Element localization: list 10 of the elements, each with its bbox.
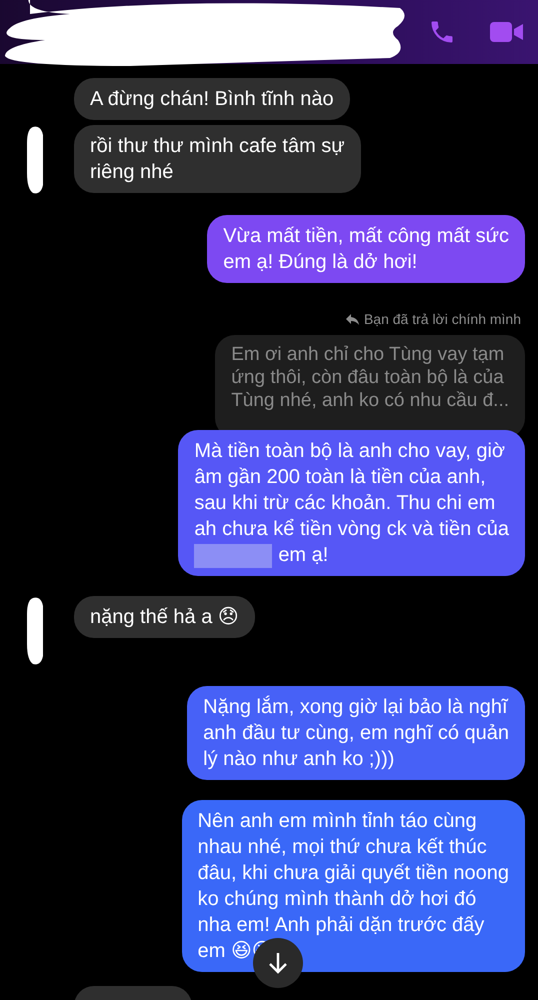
reply-arrow-icon	[346, 314, 359, 324]
video-camera-icon[interactable]	[490, 20, 524, 44]
message-bubble: nặng thế hả a 😞	[74, 596, 255, 638]
message-bubble: A đừng chán! Bình tĩnh nào	[74, 78, 350, 120]
message-bubble: Vừa mất tiền, mất công mất sức em ạ! Đúng là dở hơi!	[207, 215, 525, 283]
message-bubble: Nặng lắm, xong giờ lại bảo là nghĩ anh đầu tư cùng, em nghĩ có quản lý nào như anh ko ;)))	[187, 686, 525, 780]
down-arrow-icon	[268, 952, 288, 974]
reply-label: Bạn đã trả lời chính mình	[364, 311, 521, 327]
message-bubble: Mà tiền toàn bộ là anh cho vay, giờ âm gần 200 toàn là tiền của anh, sau khi trừ các khoản. Thu chi em ah chưa kể tiền vòng ck và tiền của em ạ!	[178, 430, 525, 576]
message-bubble: rồi thư thư mình cafe tâm sự riêng nhé	[74, 125, 361, 193]
